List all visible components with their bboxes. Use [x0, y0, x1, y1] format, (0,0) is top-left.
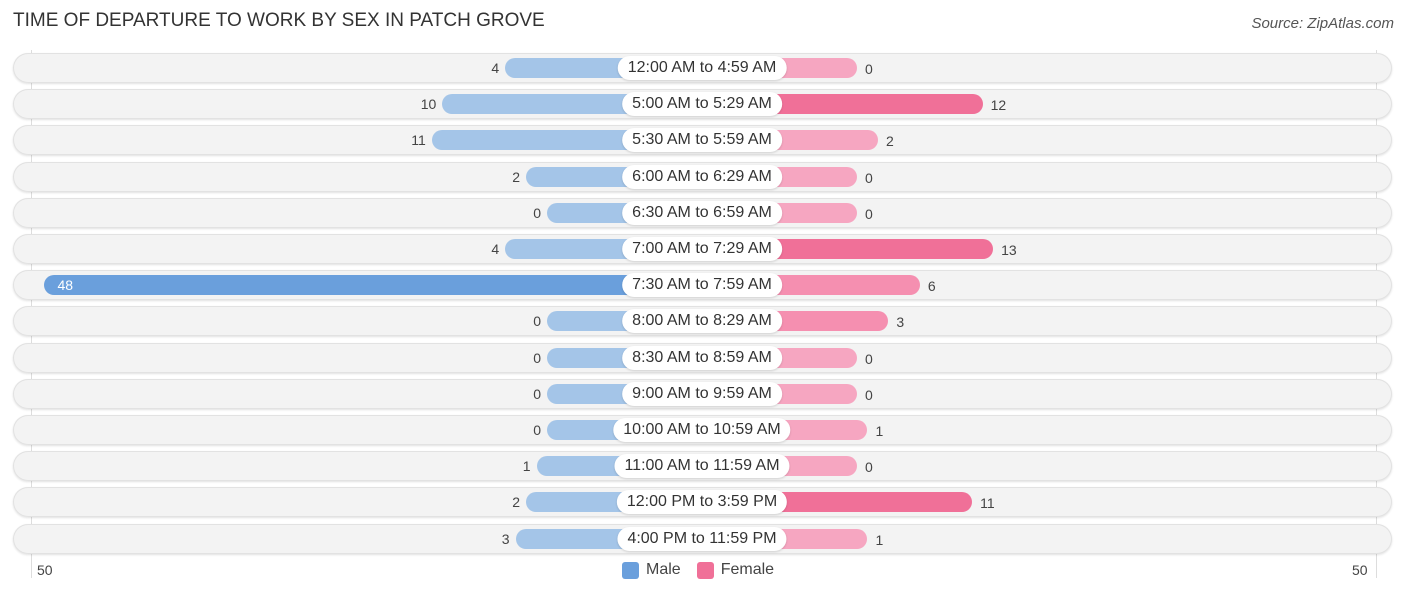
category-label: 7:00 AM to 7:29 AM	[622, 237, 782, 261]
legend: Male Female	[622, 561, 790, 579]
female-value-label: 13	[1001, 242, 1017, 258]
female-value-label: 2	[885, 133, 894, 150]
category-label: 12:00 AM to 4:59 AM	[617, 56, 787, 80]
male-value-label: 0	[533, 385, 541, 402]
male-value-label: 0	[533, 313, 541, 330]
chart-title: TIME OF DEPARTURE TO WORK BY SEX IN PATC…	[13, 10, 545, 31]
category-label: 10:00 AM to 10:59 AM	[613, 418, 791, 442]
female-value-label: 6	[927, 278, 936, 295]
female-value-label: 1	[875, 531, 884, 548]
female-value-label: 0	[865, 350, 873, 367]
male-value-label: 2	[512, 168, 521, 185]
category-label: 9:00 AM to 9:59 AM	[622, 381, 782, 406]
female-value-label: 12	[990, 97, 1007, 114]
legend-item-female[interactable]: Female	[696, 561, 775, 579]
male-swatch	[622, 561, 639, 579]
male-value-label: 2	[512, 494, 521, 511]
legend-item-male[interactable]: Male	[622, 561, 681, 579]
male-value-label: 10	[420, 96, 437, 113]
male-value-label: 0	[533, 204, 541, 221]
category-label: 8:00 AM to 8:29 AM	[622, 309, 782, 334]
female-value-label: 0	[865, 61, 873, 77]
male-value-label: 4	[491, 60, 500, 76]
legend-label-female: Female	[720, 561, 775, 578]
category-label: 12:00 PM to 3:59 PM	[616, 490, 788, 515]
male-value-label: 48	[57, 277, 74, 294]
female-value-label: 0	[865, 459, 873, 476]
female-value-label: 11	[980, 495, 995, 512]
female-value-label: 1	[875, 423, 884, 439]
female-value-label: 0	[865, 386, 873, 403]
female-value-label: 0	[865, 169, 873, 186]
legend-label-male: Male	[646, 561, 681, 578]
male-value-label: 1	[522, 458, 531, 475]
right-axis-tick: 50	[1352, 562, 1368, 578]
category-label: 5:30 AM to 5:59 AM	[622, 128, 782, 153]
male-bar[interactable]	[44, 275, 702, 296]
male-value-label: 3	[501, 530, 510, 547]
female-swatch	[696, 561, 714, 579]
category-label: 5:00 AM to 5:29 AM	[622, 92, 782, 117]
category-label: 4:00 PM to 11:59 PM	[617, 526, 787, 551]
left-axis-tick: 50	[37, 562, 53, 578]
female-value-label: 3	[896, 314, 905, 331]
male-value-label: 4	[491, 241, 500, 257]
category-label: 6:00 AM to 6:29 AM	[622, 164, 782, 189]
male-value-label: 0	[533, 349, 541, 366]
category-label: 8:30 AM to 8:59 AM	[622, 345, 782, 370]
male-value-label: 0	[533, 422, 541, 438]
category-label: 7:30 AM to 7:59 AM	[622, 273, 782, 298]
female-value-label: 0	[865, 205, 873, 222]
male-value-label: 11	[411, 132, 426, 149]
source-label: Source: ZipAtlas.com	[1251, 15, 1394, 32]
category-label: 6:30 AM to 6:59 AM	[622, 200, 782, 225]
category-label: 11:00 AM to 11:59 AM	[614, 454, 790, 479]
